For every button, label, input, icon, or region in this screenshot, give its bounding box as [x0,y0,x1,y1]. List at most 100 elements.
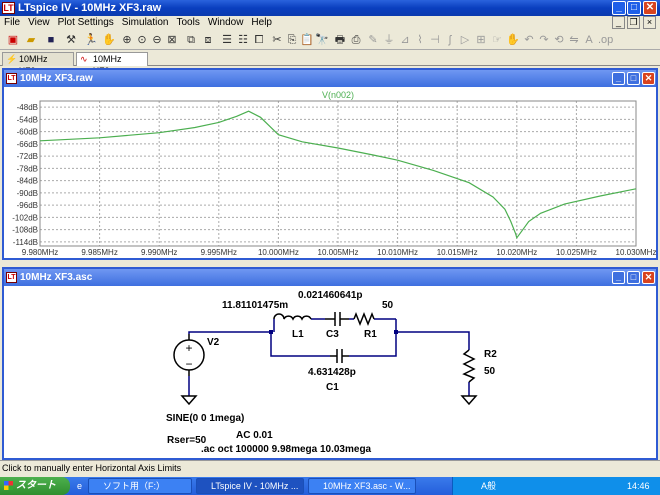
menu-help[interactable]: Help [247,16,276,30]
ime-indicator[interactable]: A般 [481,477,496,495]
waveform-minimize-button[interactable]: _ [612,72,625,85]
x-tick-label: 10.025MHz [556,248,597,257]
component-icon[interactable]: ⊞ [474,33,488,47]
resistor-r1 [353,311,375,327]
taskbar-button-ltspice[interactable]: LTspice IV - 10MHz ... [196,478,304,494]
c1-name: C1 [326,382,339,393]
y-tick-label: -96dB [17,201,38,210]
r1-name: R1 [364,329,377,340]
r2-name: R2 [484,349,497,360]
drag-icon[interactable]: ✋ [506,33,520,47]
inductor-l1 [273,313,312,321]
start-button[interactable]: スタート [0,477,70,495]
label-net-icon[interactable]: ⊿ [398,33,412,47]
schematic-close-button[interactable]: ✕ [642,271,655,284]
open-icon[interactable]: ▰ [24,33,38,47]
zoom-fit-icon[interactable]: ⊠ [165,33,179,47]
x-tick-label: 10.030MHz [616,248,656,257]
tile-vertical-icon[interactable]: ☷ [236,33,250,47]
schematic-canvas[interactable]: + − 11.81101475m L1 0.021460641p C3 50 R… [4,286,656,458]
new-schematic-icon[interactable]: ▣ [6,33,20,47]
ground-icon[interactable]: ⏚ [382,33,396,47]
text-icon[interactable]: A [582,33,596,47]
trace-label: V(n002) [322,90,354,100]
print-icon[interactable]: 🖶 [333,33,347,47]
resistor-icon[interactable]: ⌇ [413,33,427,47]
diode-icon[interactable]: ▷ [458,33,472,47]
cut-icon[interactable]: ✂ [270,33,284,47]
svg-text:−: − [185,357,192,371]
v2-name: V2 [207,337,220,348]
control-panel-icon[interactable]: ⚒ [64,33,78,47]
inductor-icon[interactable]: ʃ [443,33,457,47]
close-button[interactable]: ✕ [643,1,657,15]
schematic-window-title: 10MHz XF3.asc [20,272,93,283]
taskbar-button-schematic[interactable]: 10MHz XF3.asc - W... [308,478,416,494]
move-icon[interactable]: ☞ [490,33,504,47]
capacitor-icon[interactable]: ⊣ [428,33,442,47]
menu-tools[interactable]: Tools [172,16,203,30]
waveform-close-button[interactable]: ✕ [642,72,655,85]
taskbar-button-explorer[interactable]: ソフト用（F:） [88,478,192,494]
capacitor-c3 [325,312,349,326]
c3-value: 0.021460641p [298,290,363,301]
menu-file[interactable]: File [0,16,24,30]
mdi-minimize-button[interactable]: _ [612,16,625,29]
ground-symbol-r2 [460,395,478,406]
waveform-icon: ∿ [80,54,88,64]
status-text: Click to manually enter Horizontal Axis … [2,463,182,473]
paste-icon[interactable]: 📋 [300,33,314,47]
y-tick-label: -108dB [12,226,38,235]
cascade-icon[interactable]: ⧠ [252,33,266,47]
x-axis-ticks: 9.980MHz 9.985MHz 9.990MHz 9.995MHz 10.000MH… [22,248,656,257]
ltspice-icon: LT [2,2,15,14]
x-tick-label: 9.995MHz [201,248,237,257]
copy-icon[interactable]: ⎘ [285,33,299,47]
y-tick-label: -84dB [17,177,38,186]
zoom-in-icon[interactable]: ⊕ [120,33,134,47]
menu-window[interactable]: Window [204,16,248,30]
tab-schematic[interactable]: ⚡ 10MHz XF3.asc [2,52,74,76]
print-preview-icon[interactable]: ⎙ [349,33,363,47]
capacitor-c1 [330,349,349,363]
quicklaunch-ie-icon[interactable]: e [74,481,85,492]
y-tick-label: -72dB [17,152,38,161]
spice-directive-icon[interactable]: .op [598,33,613,47]
mdi-restore-button[interactable]: ❐ [627,16,640,29]
y-tick-label: -48dB [17,103,38,112]
tile-horizontal-icon[interactable]: ☰ [220,33,234,47]
voltage-source-v2: + − [173,334,205,376]
schematic-minimize-button[interactable]: _ [612,271,625,284]
find-icon[interactable]: 🔭 [315,33,329,47]
schematic-maximize-button[interactable]: □ [627,271,640,284]
redo-icon[interactable]: ↷ [537,33,551,47]
menu-simulation[interactable]: Simulation [118,16,173,30]
windows-flag-icon [4,481,13,490]
x-tick-label: 10.005MHz [318,248,359,257]
junction-right [394,330,398,334]
undo-icon[interactable]: ↶ [522,33,536,47]
menu-plot-settings[interactable]: Plot Settings [54,16,118,30]
save-icon[interactable]: ■ [44,33,58,47]
x-tick-label: 10.010MHz [377,248,418,257]
rotate-icon[interactable]: ⟲ [552,33,566,47]
manual-limits-icon[interactable]: ⧈ [201,33,215,47]
halt-icon[interactable]: ✋ [102,33,116,47]
schematic-window-titlebar: LT 10MHz XF3.asc _ □ ✕ [4,269,656,286]
mdi-close-button[interactable]: × [643,16,656,29]
run-icon[interactable]: 🏃 [84,33,98,47]
zoom-pan-icon[interactable]: ⊙ [135,33,149,47]
maximize-button[interactable]: □ [627,1,641,15]
waveform-plot[interactable]: -48dB -54dB -60dB -66dB -72dB -78dB -84dB -90dB… [4,87,656,258]
tab-waveform[interactable]: ∿ 10MHz XF3.raw [76,52,148,76]
mirror-icon[interactable]: ⇋ [567,33,581,47]
window-titlebar: LT LTspice IV - 10MHz XF3.raw _ □ ✕ [0,0,660,16]
menu-view[interactable]: View [24,16,54,30]
y-tick-label: -102dB [12,213,38,222]
ac-sim-directive: .ac oct 100000 9.98mega 10.03mega [201,444,372,455]
autorange-icon[interactable]: ⧉ [184,33,198,47]
minimize-button[interactable]: _ [612,1,626,15]
waveform-maximize-button[interactable]: □ [627,72,640,85]
wire-icon[interactable]: ✎ [366,33,380,47]
zoom-out-icon[interactable]: ⊖ [150,33,164,47]
